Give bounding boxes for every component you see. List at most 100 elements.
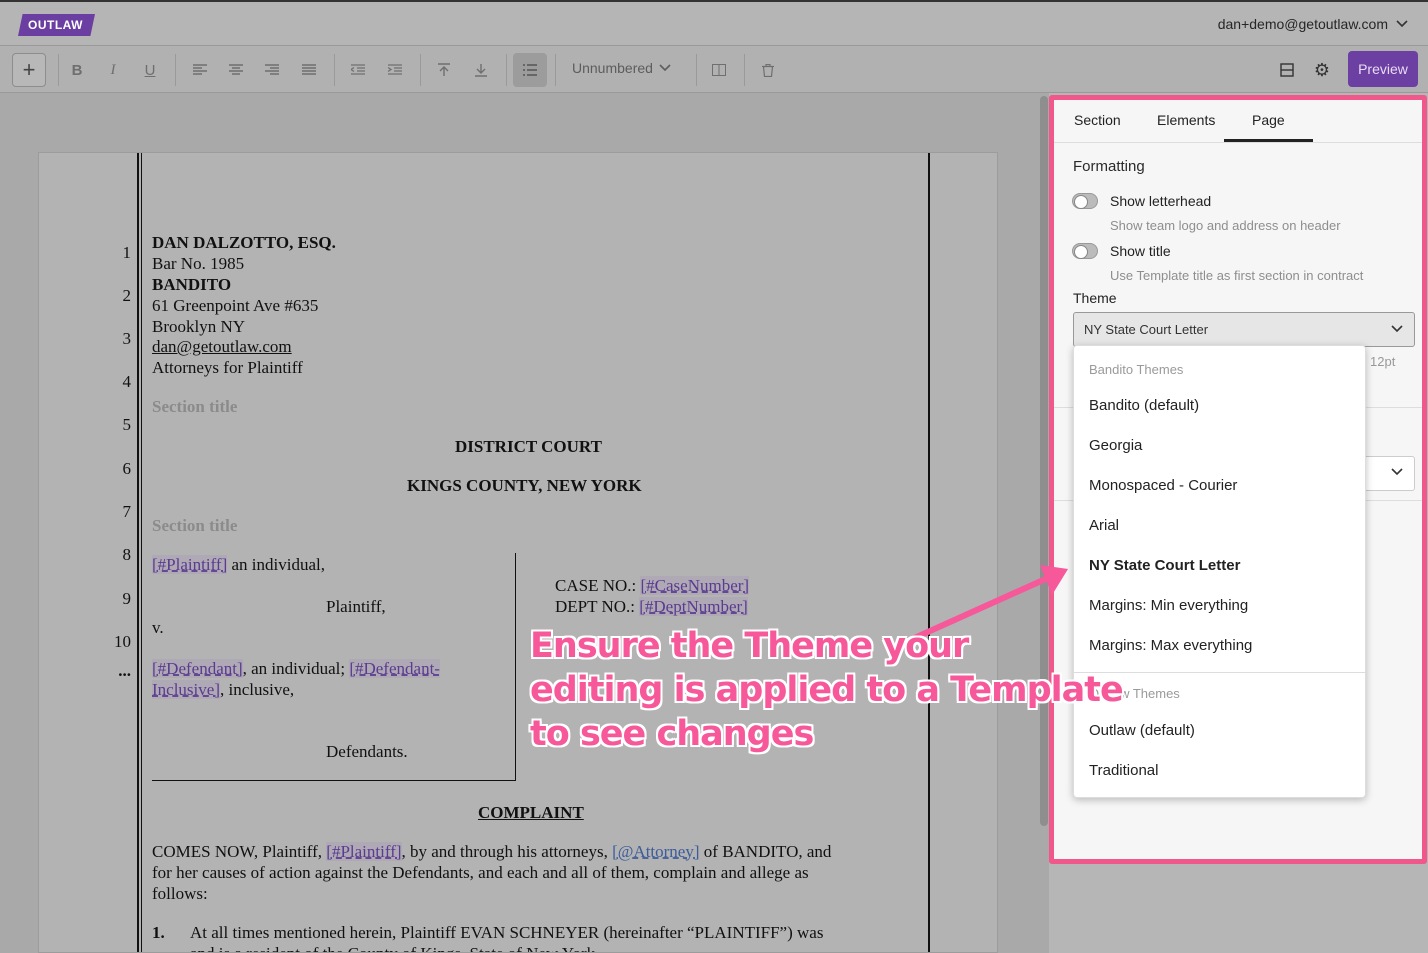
attorney-email-link[interactable]: dan@getoutlaw.com xyxy=(152,336,292,357)
chevron-down-icon xyxy=(1391,325,1403,333)
line-number: 3 xyxy=(122,329,132,348)
line-number: 7 xyxy=(122,502,132,521)
toolbar-divider xyxy=(744,54,745,86)
annotation-callout: Ensure the Theme your editing is applied… xyxy=(530,624,1124,756)
dept-no-label: DEPT NO.: xyxy=(555,597,640,616)
defendant-inclusive-variable[interactable]: [#Defendant- xyxy=(349,659,440,678)
chevron-down-icon xyxy=(659,64,671,72)
toolbar-divider xyxy=(696,54,697,86)
tab-section[interactable]: Section xyxy=(1074,112,1121,128)
theme-option[interactable]: Monospaced - Courier xyxy=(1074,466,1365,506)
indent-icon[interactable] xyxy=(381,56,409,84)
comes-now-line-1: COMES NOW, Plaintiff, [#Plaintiff], by a… xyxy=(152,841,831,862)
dropdown-group-label: Bandito Themes xyxy=(1089,362,1184,377)
show-letterhead-description: Show team logo and address on header xyxy=(1110,218,1341,233)
show-letterhead-toggle[interactable] xyxy=(1072,193,1098,209)
theme-select[interactable]: NY State Court Letter xyxy=(1073,312,1415,347)
tab-page[interactable]: Page xyxy=(1224,112,1313,142)
section-title-placeholder[interactable]: Section title xyxy=(152,515,237,536)
trash-icon[interactable] xyxy=(754,56,782,84)
comes-now-line-3: follows: xyxy=(152,884,208,903)
move-up-icon[interactable] xyxy=(430,56,458,84)
dept-number-variable[interactable]: [#DeptNumber] xyxy=(639,597,748,616)
annotation-line-1: Ensure the Theme your xyxy=(530,626,969,666)
document-page[interactable]: 1 2 3 4 5 6 7 8 9 10 ... DAN DALZOTTO, E… xyxy=(38,152,998,953)
caption-divider xyxy=(152,780,516,781)
case-number-variable[interactable]: [#CaseNumber] xyxy=(640,576,750,595)
show-title-label: Show title xyxy=(1110,243,1171,259)
user-menu[interactable]: dan+demo@getoutlaw.com xyxy=(1218,16,1408,32)
comes-now-text: , by and through his attorneys, xyxy=(401,842,613,861)
toolbar-divider xyxy=(175,54,176,86)
case-no-label: CASE NO.: xyxy=(555,576,641,595)
move-down-icon[interactable] xyxy=(467,56,495,84)
top-bar: OUTLAW dan+demo@getoutlaw.com xyxy=(0,0,1428,46)
address-line-2: Brooklyn NY xyxy=(152,317,246,336)
court-name: DISTRICT COURT xyxy=(455,437,602,456)
plaintiff-variable[interactable]: [#Plaintiff] xyxy=(326,842,402,861)
defendants-role: Defendants. xyxy=(326,742,408,761)
italic-icon[interactable]: I xyxy=(99,56,127,84)
align-right-icon[interactable] xyxy=(258,56,286,84)
list-icon[interactable] xyxy=(513,53,547,87)
annotation-line-3: to see changes xyxy=(530,714,814,754)
tab-elements[interactable]: Elements xyxy=(1157,112,1215,128)
defendant-line: [#Defendant], an individual; [#Defendant… xyxy=(152,658,440,679)
left-margin-rule xyxy=(141,153,142,952)
outlaw-logo[interactable]: OUTLAW xyxy=(18,14,95,36)
defendant-inclusive-variable[interactable]: Inclusive] xyxy=(152,680,220,699)
plaintiff-suffix: an individual, xyxy=(227,555,325,574)
plaintiff-variable[interactable]: [#Plaintiff] xyxy=(152,555,228,574)
line-number: 5 xyxy=(122,415,132,434)
toolbar-divider xyxy=(555,54,556,86)
annotation-line-2: editing is applied to a Template xyxy=(530,670,1124,710)
show-title-toggle[interactable] xyxy=(1072,243,1098,259)
theme-option[interactable]: Bandito (default) xyxy=(1074,386,1365,426)
bar-number: Bar No. 1985 xyxy=(152,254,245,273)
theme-option-selected[interactable]: NY State Court Letter xyxy=(1074,546,1365,586)
numbering-select[interactable]: Unnumbered xyxy=(572,60,671,76)
settings-gear-icon[interactable]: ⚙ xyxy=(1308,56,1336,84)
formatting-heading: Formatting xyxy=(1073,158,1145,175)
theme-select-value: NY State Court Letter xyxy=(1084,322,1209,337)
show-letterhead-label: Show letterhead xyxy=(1110,193,1212,209)
defendant-variable[interactable]: [#Defendant] xyxy=(152,659,243,678)
theme-option[interactable]: Georgia xyxy=(1074,426,1365,466)
page-layout-icon[interactable] xyxy=(1273,56,1301,84)
line-number-ellipsis: ... xyxy=(118,661,131,680)
align-center-icon[interactable] xyxy=(222,56,250,84)
columns-icon[interactable] xyxy=(705,56,733,84)
add-button[interactable]: + xyxy=(12,53,46,87)
attorney-variable[interactable]: [@Attorney] xyxy=(612,842,699,861)
plaintiff-line: [#Plaintiff] an individual, xyxy=(152,554,325,575)
address-line-1: 61 Greenpoint Ave #635 xyxy=(152,296,319,315)
line-number: 1 xyxy=(122,243,132,262)
toolbar-divider xyxy=(58,54,59,86)
show-title-description: Use Template title as first section in c… xyxy=(1110,268,1364,283)
chevron-down-icon xyxy=(1396,20,1408,28)
left-margin-rule xyxy=(137,153,139,952)
underline-icon[interactable]: U xyxy=(136,56,164,84)
line-number: 4 xyxy=(122,372,132,391)
complaint-heading: COMPLAINT xyxy=(478,803,584,822)
section-title-placeholder[interactable]: Section title xyxy=(152,396,237,417)
paragraph-number: 1. xyxy=(152,923,165,942)
theme-option[interactable]: Traditional xyxy=(1074,751,1365,791)
paragraph-1-line-2: and is a resident of the County of Kings… xyxy=(190,943,599,952)
right-margin-rule xyxy=(928,153,930,952)
align-justify-icon[interactable] xyxy=(295,56,323,84)
align-left-icon[interactable] xyxy=(186,56,214,84)
caption-divider xyxy=(515,553,516,781)
inclusive-suffix: , inclusive, xyxy=(219,680,295,699)
line-number: 10 xyxy=(114,632,131,651)
theme-option[interactable]: Arial xyxy=(1074,506,1365,546)
bold-icon[interactable]: B xyxy=(63,56,91,84)
editor-toolbar: + B I U Unnumbered ⚙ Preview xyxy=(0,46,1428,93)
theme-option[interactable]: Margins: Min everything xyxy=(1074,586,1365,626)
outdent-icon[interactable] xyxy=(344,56,372,84)
line-number: 8 xyxy=(122,545,132,564)
comes-now-text: of BANDITO, and xyxy=(699,842,832,861)
chevron-down-icon xyxy=(1391,468,1403,476)
preview-button[interactable]: Preview xyxy=(1348,51,1418,87)
attorneys-for: Attorneys for Plaintiff xyxy=(152,358,303,377)
